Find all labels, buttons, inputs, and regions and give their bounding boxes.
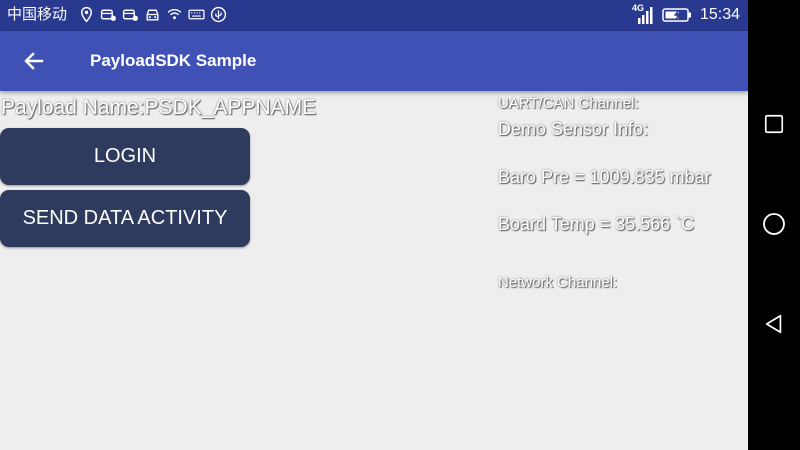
notification-icons: [78, 6, 227, 23]
keyboard-icon: [188, 9, 205, 20]
triangle-back-icon: [765, 314, 782, 334]
square-icon: [764, 114, 784, 134]
login-button-label: LOGIN: [93, 145, 157, 167]
app-screen: 中国移动 4G 15:34 PayloadSDK Sample Payload …: [0, 0, 748, 450]
wifi-icon: [167, 9, 182, 20]
arrow-left-icon: [24, 52, 44, 70]
battery-charging-icon: [662, 8, 691, 22]
network-channel-label: Network Channel:: [498, 274, 618, 291]
usb-icon: [210, 6, 227, 23]
demo-sensor-info-label: Demo Sensor Info:: [498, 119, 649, 139]
send-data-activity-button[interactable]: SEND DATA ACTIVITY: [0, 190, 250, 247]
send-data-activity-label: SEND DATA ACTIVITY: [22, 207, 228, 229]
uart-can-channel-label: UART/CAN Channel:: [498, 95, 639, 112]
car-icon: [100, 9, 116, 21]
signal-icon: [637, 7, 653, 24]
car-icon: [122, 9, 138, 21]
clock: 15:34: [699, 6, 740, 23]
login-button[interactable]: LOGIN: [0, 128, 250, 185]
car-icon: [146, 9, 159, 21]
location-icon: [80, 6, 93, 23]
page-title: PayloadSDK Sample: [90, 51, 257, 70]
carrier-name: 中国移动: [7, 6, 68, 23]
back-button[interactable]: [14, 45, 54, 77]
board-temp-value: Board Temp = 35.566 `C: [498, 214, 695, 234]
baro-pressure-value: Baro Pre = 1009.835 mbar: [498, 167, 711, 187]
recent-apps-button[interactable]: [759, 109, 789, 139]
app-bar: PayloadSDK Sample: [0, 31, 748, 91]
nav-back-button[interactable]: [759, 309, 789, 339]
circle-icon: [763, 213, 785, 235]
home-button[interactable]: [759, 209, 789, 239]
payload-name-label: Payload Name:PSDK_APPNAME: [1, 96, 317, 119]
status-bar: 中国移动 4G 15:34: [0, 0, 748, 31]
status-right: 4G 15:34: [632, 3, 740, 25]
signal-group: 4G: [632, 3, 654, 25]
system-nav-bar: [748, 0, 800, 450]
